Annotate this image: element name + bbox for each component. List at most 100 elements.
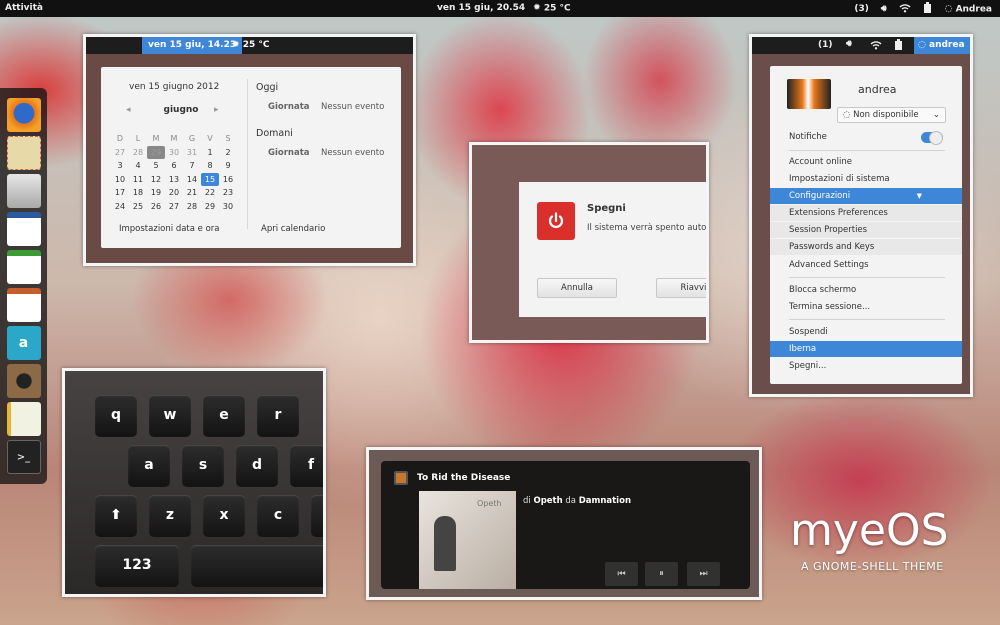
calendar-day[interactable]: 5	[147, 159, 165, 173]
key-space[interactable]	[191, 545, 323, 587]
cancel-button[interactable]: Annulla	[537, 278, 617, 298]
calendar-day[interactable]: 3	[111, 159, 129, 173]
calendar-day[interactable]: 29	[201, 200, 219, 214]
calendar-day[interactable]: 30	[165, 146, 183, 160]
key-a[interactable]: a	[128, 445, 170, 487]
software-center-icon[interactable]: a	[6, 326, 41, 360]
calendar-day[interactable]: 4	[129, 159, 147, 173]
text-editor-icon[interactable]	[6, 402, 41, 436]
previous-icon[interactable]: ⏮	[605, 562, 638, 586]
calendar-day[interactable]: 22	[201, 186, 219, 200]
calendar-day[interactable]: 20	[165, 186, 183, 200]
calendar-day[interactable]: 6	[165, 159, 183, 173]
calendar-day[interactable]: 29	[147, 145, 165, 159]
wifi-icon[interactable]	[870, 40, 882, 53]
weather-indicator[interactable]: ✹ 25 °C	[533, 3, 570, 14]
pause-icon[interactable]: ⏸	[645, 562, 678, 586]
key-e[interactable]: e	[203, 395, 245, 437]
key-q[interactable]: q	[95, 395, 137, 437]
weather-indicator[interactable]: ✹ 25 °C	[232, 40, 269, 50]
menu-item-suspend[interactable]: Sospendi	[770, 324, 962, 340]
status-selector[interactable]: ◌ Non disponibile ⌄	[837, 107, 946, 123]
menu-item-logout[interactable]: Termina sessione...	[770, 299, 962, 315]
calendar-day[interactable]: 24	[111, 200, 129, 214]
activities-button[interactable]: Attività	[5, 3, 43, 13]
volume-icon[interactable]: 🔊︎	[846, 39, 852, 49]
calendar-day[interactable]: 9	[219, 159, 237, 173]
firefox-icon[interactable]	[6, 98, 41, 132]
calc-icon[interactable]	[6, 250, 41, 284]
menu-item-session-properties[interactable]: Session Properties	[770, 222, 962, 238]
impress-icon[interactable]	[6, 288, 41, 322]
menu-item-shutdown[interactable]: Spegni...	[770, 358, 962, 374]
calendar-day[interactable]: 2	[219, 146, 237, 160]
speaker-icon[interactable]	[6, 364, 41, 398]
user-menu-button[interactable]: ◌ andrea	[914, 37, 970, 54]
battery-icon[interactable]	[894, 39, 904, 53]
key-w[interactable]: w	[149, 395, 191, 437]
battery-icon[interactable]	[923, 2, 933, 16]
calendar-day[interactable]: 11	[129, 173, 147, 187]
calendar-day[interactable]: 23	[219, 186, 237, 200]
next-icon[interactable]: ⏭	[687, 562, 720, 586]
calendar-day[interactable]: 17	[111, 186, 129, 200]
clock-button[interactable]: ven 15 giu, 14.23	[142, 37, 243, 54]
notification-badge[interactable]: (3)	[854, 4, 869, 14]
calendar-day[interactable]: 28	[129, 146, 147, 160]
calendar-day[interactable]: 21	[183, 186, 201, 200]
calendar-day[interactable]: 13	[165, 173, 183, 187]
open-calendar-link[interactable]: Apri calendario	[261, 224, 325, 234]
calendar-day[interactable]: 27	[165, 200, 183, 214]
key-s[interactable]: s	[182, 445, 224, 487]
calendar-day[interactable]: 12	[147, 173, 165, 187]
track-title: To Rid the Disease	[417, 473, 511, 483]
wifi-icon[interactable]	[899, 3, 911, 16]
calendar-day[interactable]: 1	[201, 146, 219, 160]
key-numbers[interactable]: 123	[95, 545, 179, 587]
menu-item-extensions[interactable]: Extensions Preferences	[770, 205, 962, 221]
file-cabinet-icon[interactable]	[6, 174, 41, 208]
calendar-day[interactable]: 7	[183, 159, 201, 173]
calendar-day[interactable]: 14	[183, 173, 201, 187]
key-c[interactable]: c	[257, 495, 299, 537]
calendar-day[interactable]: 27	[111, 146, 129, 160]
key-v[interactable]	[311, 495, 323, 537]
avatar[interactable]	[787, 79, 831, 109]
restart-button[interactable]: Riavvia	[656, 278, 706, 298]
calendar-day[interactable]: 31	[183, 146, 201, 160]
key-x[interactable]: x	[203, 495, 245, 537]
notifications-switch[interactable]	[921, 131, 943, 145]
prev-month-icon[interactable]: ◂	[126, 105, 131, 115]
menu-item-advanced-settings[interactable]: Advanced Settings	[770, 257, 962, 273]
clock-button[interactable]: ven 15 giu, 20.54 ✹ 25 °C	[437, 3, 571, 14]
key-r[interactable]: r	[257, 395, 299, 437]
menu-item-passwords[interactable]: Passwords and Keys	[770, 239, 962, 255]
volume-icon[interactable]: 🔊︎	[881, 4, 887, 14]
calendar-day[interactable]: 8	[201, 159, 219, 173]
menu-item-system-settings[interactable]: Impostazioni di sistema	[770, 171, 962, 187]
next-month-icon[interactable]: ▸	[214, 105, 219, 115]
calendar-day[interactable]: 28	[183, 200, 201, 214]
notification-badge[interactable]: (1)	[818, 40, 833, 50]
menu-item-online-accounts[interactable]: Account online	[770, 154, 962, 170]
date-settings-link[interactable]: Impostazioni data e ora	[119, 224, 220, 234]
menu-item-hibernate[interactable]: Iberna	[770, 341, 962, 357]
calendar-day[interactable]: 15	[201, 172, 219, 186]
calendar-day[interactable]: 19	[147, 186, 165, 200]
calendar-day[interactable]: 10	[111, 173, 129, 187]
key-shift[interactable]: ⬆	[95, 495, 137, 537]
key-f[interactable]: f	[290, 445, 323, 487]
user-menu-button[interactable]: ◌ Andrea	[945, 4, 992, 15]
mail-icon[interactable]	[6, 136, 41, 170]
writer-icon[interactable]	[6, 212, 41, 246]
calendar-day[interactable]: 26	[147, 200, 165, 214]
calendar-day[interactable]: 18	[129, 186, 147, 200]
calendar-day[interactable]: 25	[129, 200, 147, 214]
key-d[interactable]: d	[236, 445, 278, 487]
calendar-day[interactable]: 30	[219, 200, 237, 214]
terminal-icon[interactable]: >_	[6, 440, 41, 474]
key-z[interactable]: z	[149, 495, 191, 537]
calendar-day[interactable]: 16	[219, 173, 237, 187]
menu-item-configurations[interactable]: Configurazioni ▼	[770, 188, 962, 204]
menu-item-lock-screen[interactable]: Blocca schermo	[770, 282, 962, 298]
